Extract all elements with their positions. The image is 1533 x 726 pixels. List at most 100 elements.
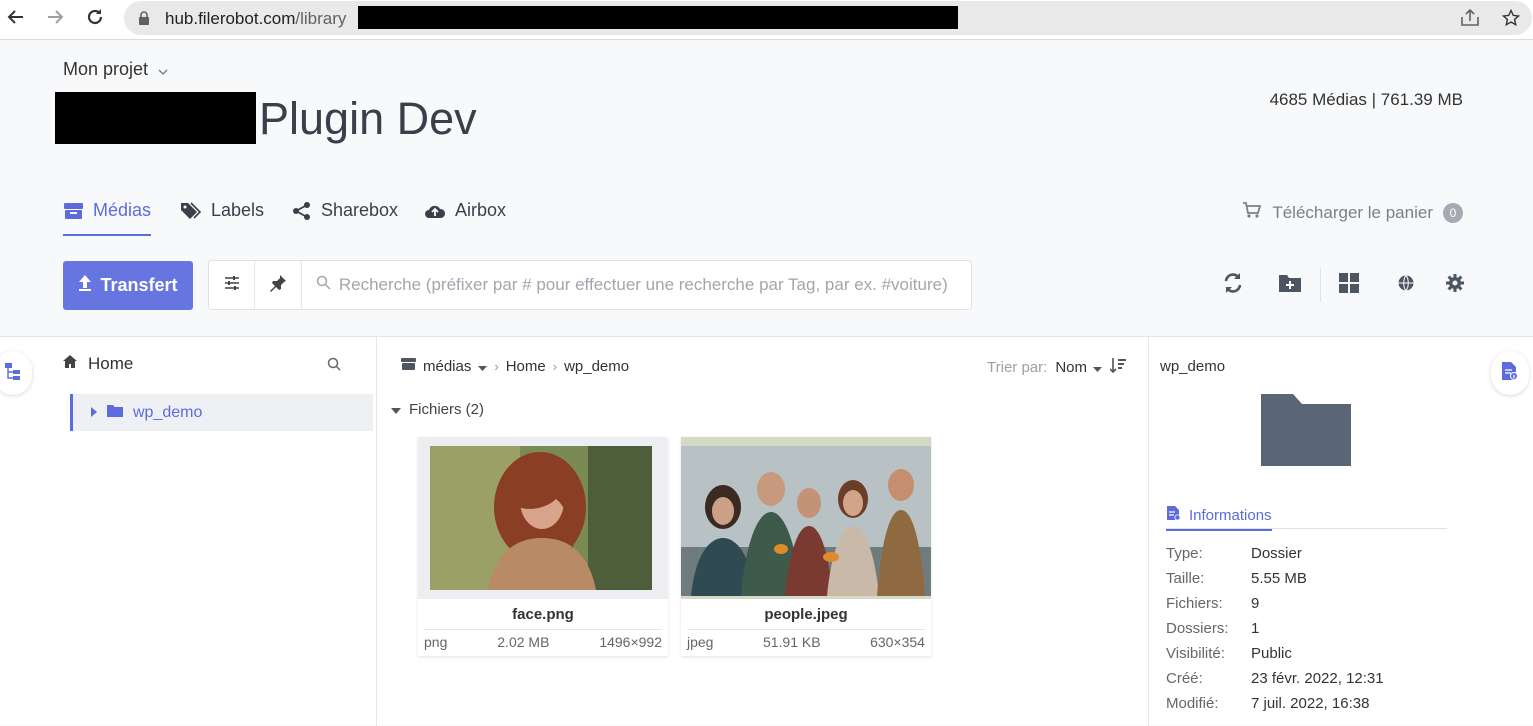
files-group-label: Fichiers (2) [409, 401, 485, 418]
refresh-button[interactable] [1218, 270, 1248, 300]
detail-value: Public [1251, 645, 1292, 662]
sort-field-value: Nom [1055, 358, 1087, 376]
detail-value: 1 [1251, 620, 1260, 637]
details-tabs: Informations [1166, 505, 1447, 531]
detail-row-modified: Modifié: 7 juil. 2022, 16:38 [1166, 691, 1384, 716]
detail-key: Dossiers: [1166, 620, 1229, 637]
archive-box-icon [63, 200, 84, 225]
detail-value: 23 févr. 2022, 12:31 [1251, 670, 1384, 687]
lock-icon [138, 11, 150, 30]
cart-icon [1242, 201, 1262, 224]
file-name: people.jpeg [764, 606, 848, 623]
detail-key: Visibilité: [1166, 645, 1225, 662]
back-arrow-icon[interactable] [5, 6, 27, 28]
browser-toolbar: hub.filerobot.com/library [0, 0, 1533, 40]
card-divider [687, 629, 925, 630]
tree-home[interactable]: Home [62, 354, 133, 374]
library-stats: 4685 Médias | 761.39 MB [1269, 90, 1463, 109]
tree-item-wp-demo[interactable]: wp_demo [70, 394, 373, 431]
file-info-icon [1501, 361, 1519, 386]
search-input[interactable] [338, 275, 971, 295]
settings-button[interactable] [1440, 270, 1470, 300]
folder-plus-icon [1278, 273, 1302, 298]
file-size: 51.91 KB [762, 634, 821, 650]
caret-down-icon [1093, 359, 1102, 376]
card-divider [424, 629, 662, 630]
address-bar[interactable]: hub.filerobot.com/library [124, 1, 1532, 35]
new-folder-button[interactable] [1275, 270, 1305, 300]
tab-informations[interactable]: Informations [1166, 505, 1272, 531]
upload-label: Transfert [100, 275, 178, 295]
gear-icon [1445, 273, 1465, 298]
detail-value: 7 juil. 2022, 16:38 [1251, 695, 1370, 712]
details-list: Type: Dossier Taille: 5.55 MB Fichiers: 9 D… [1166, 541, 1384, 716]
detail-key: Type: [1166, 545, 1203, 562]
breadcrumb-current: wp_demo [564, 357, 630, 375]
tab-sharebox[interactable]: Sharebox [292, 200, 398, 236]
tab-medias-label: Médias [93, 200, 152, 220]
folder-icon [107, 404, 123, 422]
tab-airbox[interactable]: Airbox [424, 200, 506, 236]
tree-home-label: Home [88, 354, 134, 373]
refresh-icon [1222, 272, 1244, 299]
sort-field-select[interactable]: Nom [1055, 359, 1102, 376]
share-icon[interactable] [1460, 8, 1480, 32]
workspace: Home wp_demo médias › Home › wp_demo Tri… [0, 336, 1533, 726]
upload-button[interactable]: Transfert [63, 261, 193, 310]
tree-search-icon[interactable] [327, 357, 341, 376]
url-text: hub.filerobot.com/library [165, 9, 346, 29]
tags-icon [180, 200, 202, 226]
tab-medias[interactable]: Médias [63, 200, 152, 236]
page-title: Plugin Dev [259, 93, 477, 144]
pin-button[interactable] [255, 261, 302, 309]
file-type: jpeg [687, 634, 714, 650]
file-dimensions: 630×354 [870, 634, 925, 650]
file-meta: jpeg 51.91 KB 630×354 [687, 634, 925, 650]
sort-direction-icon[interactable] [1109, 357, 1126, 377]
tab-labels[interactable]: Labels [180, 200, 264, 236]
detail-value: 9 [1251, 595, 1260, 612]
info-document-icon [1166, 505, 1181, 525]
file-thumbnail-face [418, 437, 668, 599]
caret-right-icon[interactable] [91, 404, 97, 422]
upload-arrow-icon [78, 274, 92, 297]
tab-airbox-label: Airbox [455, 200, 507, 220]
file-meta: png 2.02 MB 1496×992 [424, 634, 662, 650]
breadcrumb-root[interactable]: médias [423, 358, 471, 375]
bookmark-star-icon[interactable] [1501, 8, 1521, 32]
reload-icon[interactable] [84, 6, 106, 28]
project-label: Mon projet [63, 59, 149, 79]
detail-key: Créé: [1166, 670, 1203, 687]
caret-down-icon[interactable] [478, 358, 488, 375]
detail-key: Taille: [1166, 570, 1205, 587]
filters-button[interactable] [209, 261, 256, 309]
grid-view-button[interactable] [1334, 270, 1364, 300]
sliders-icon [224, 275, 240, 295]
selected-folder-name: wp_demo [1160, 358, 1226, 375]
language-button[interactable] [1391, 270, 1421, 300]
toggle-tree-button[interactable] [0, 351, 32, 395]
large-folder-icon [1260, 393, 1352, 471]
project-selector[interactable]: Mon projet [63, 59, 168, 80]
folder-tree-icon [3, 361, 23, 386]
details-panel: wp_demo Informations Type: Dossier Taille… [1150, 337, 1533, 726]
detail-row-type: Type: Dossier [1166, 541, 1384, 566]
url-host: hub.filerobot.com [165, 9, 296, 28]
redacted-title-block [55, 92, 256, 144]
folder-tree-panel: Home wp_demo [0, 337, 377, 726]
toggle-details-button[interactable] [1491, 351, 1529, 395]
breadcrumb: médias › Home › wp_demo [401, 357, 629, 375]
breadcrumb-home[interactable]: Home [506, 358, 546, 375]
file-card-face[interactable]: face.png png 2.02 MB 1496×992 [418, 437, 668, 656]
tab-sharebox-label: Sharebox [321, 200, 399, 220]
file-card-people[interactable]: people.jpeg jpeg 51.91 KB 630×354 [681, 437, 931, 656]
tab-informations-label: Informations [1189, 506, 1272, 524]
detail-key: Modifié: [1166, 695, 1219, 712]
files-group-toggle[interactable]: Fichiers (2) [391, 401, 484, 418]
download-cart[interactable]: Télécharger le panier 0 [1242, 201, 1463, 224]
toolbar-divider [1320, 268, 1321, 302]
file-thumbnail-people [681, 437, 931, 599]
forward-arrow-icon[interactable] [44, 6, 66, 28]
detail-value: 5.55 MB [1251, 570, 1307, 587]
globe-icon [1397, 274, 1415, 297]
